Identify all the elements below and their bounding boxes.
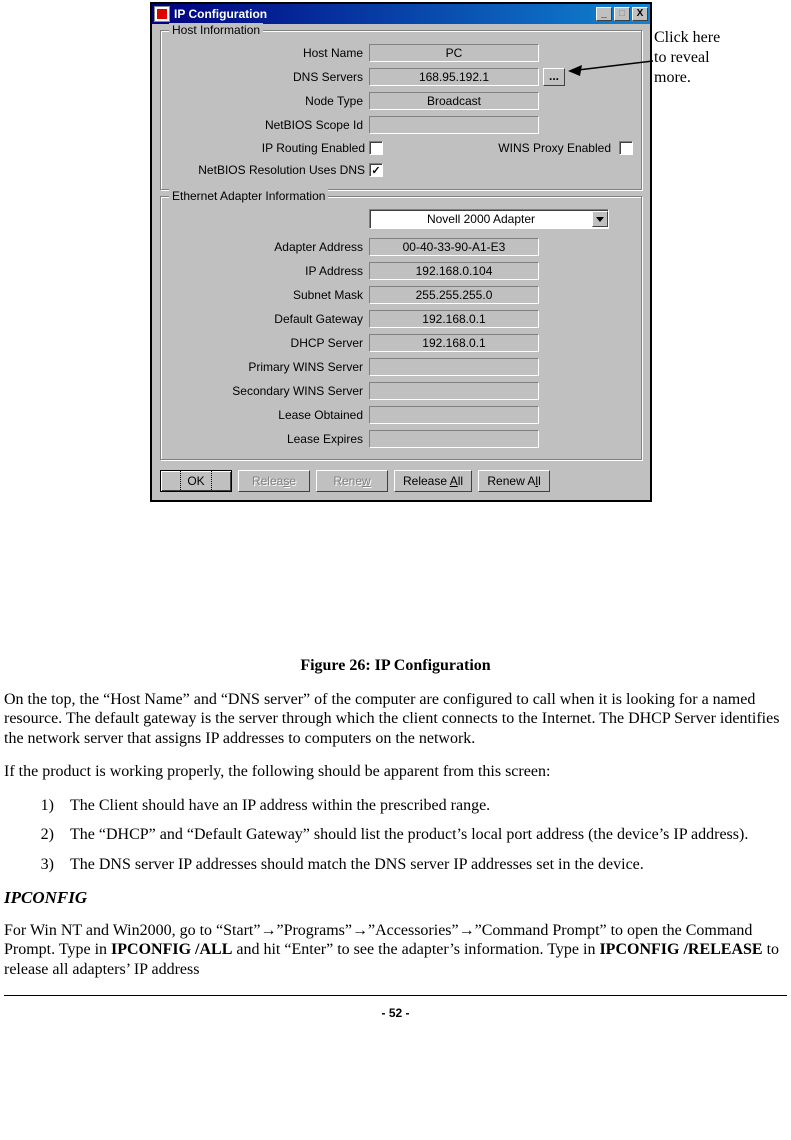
adapter-select-value: Novell 2000 Adapter: [370, 212, 592, 226]
maximize-button[interactable]: □: [614, 7, 630, 21]
adapter-info-legend: Ethernet Adapter Information: [169, 189, 328, 203]
lease-obtained-label: Lease Obtained: [169, 408, 369, 422]
dhcp-server-label: DHCP Server: [169, 336, 369, 350]
host-information-group: Host Information Host Name PC DNS Server…: [160, 30, 642, 190]
callout-line2: to reveal: [654, 48, 720, 68]
host-info-legend: Host Information: [169, 23, 263, 37]
primary-wins-field: [369, 358, 539, 376]
subnet-mask-label: Subnet Mask: [169, 288, 369, 302]
titlebar[interactable]: IP Configuration _ □ X: [152, 4, 650, 24]
adapter-select[interactable]: Novell 2000 Adapter: [369, 209, 609, 229]
ip-routing-checkbox[interactable]: [369, 141, 383, 155]
adapter-information-group: Ethernet Adapter Information Novell 2000…: [160, 196, 642, 460]
wins-proxy-label: WINS Proxy Enabled: [383, 141, 615, 155]
callout-text: Click here to reveal more.: [654, 28, 720, 88]
button-bar: OK Release Renew Release All Renew All: [160, 466, 642, 492]
wins-proxy-checkbox[interactable]: [619, 141, 633, 155]
minimize-button[interactable]: _: [596, 7, 612, 21]
adapter-address-label: Adapter Address: [169, 240, 369, 254]
netbios-scope-field: [369, 116, 539, 134]
ip-address-label: IP Address: [169, 264, 369, 278]
ipconfig-heading: IPCONFIG: [4, 888, 787, 909]
list-item: The DNS server IP addresses should match…: [66, 855, 787, 875]
netbios-dns-checkbox[interactable]: ✓: [369, 163, 383, 177]
lease-expires-field: [369, 430, 539, 448]
paragraph-2: If the product is working properly, the …: [4, 762, 787, 782]
node-type-label: Node Type: [169, 94, 369, 108]
app-icon: [154, 6, 170, 22]
screenshot-figure: IP Configuration _ □ X Host Information …: [0, 0, 791, 2]
ok-button[interactable]: OK: [160, 470, 232, 492]
host-name-field: PC: [369, 44, 539, 62]
renew-button[interactable]: Renew: [316, 470, 388, 492]
paragraph-3: For Win NT and Win2000, go to “Start”→”P…: [4, 921, 787, 980]
list-item: The “DHCP” and “Default Gateway” should …: [66, 825, 787, 845]
dns-more-button[interactable]: ...: [543, 68, 565, 86]
lease-expires-label: Lease Expires: [169, 432, 369, 446]
release-button[interactable]: Release: [238, 470, 310, 492]
default-gateway-field: 192.168.0.1: [369, 310, 539, 328]
callout-line1: Click here: [654, 28, 720, 48]
secondary-wins-label: Secondary WINS Server: [169, 384, 369, 398]
close-button[interactable]: X: [632, 7, 648, 21]
ip-routing-label: IP Routing Enabled: [169, 141, 369, 155]
dns-servers-label: DNS Servers: [169, 70, 369, 84]
netbios-scope-label: NetBIOS Scope Id: [169, 118, 369, 132]
node-type-field: Broadcast: [369, 92, 539, 110]
dhcp-server-field: 192.168.0.1: [369, 334, 539, 352]
default-gateway-label: Default Gateway: [169, 312, 369, 326]
callout-line3: more.: [654, 68, 720, 88]
dns-servers-field: 168.95.192.1: [369, 68, 539, 86]
ip-config-window: IP Configuration _ □ X Host Information …: [150, 2, 652, 502]
window-title: IP Configuration: [174, 7, 267, 21]
primary-wins-label: Primary WINS Server: [169, 360, 369, 374]
divider: [4, 995, 787, 996]
ip-address-field: 192.168.0.104: [369, 262, 539, 280]
release-all-button[interactable]: Release All: [394, 470, 472, 492]
lease-obtained-field: [369, 406, 539, 424]
list-item: The Client should have an IP address wit…: [66, 796, 787, 816]
secondary-wins-field: [369, 382, 539, 400]
figure-caption: Figure 26: IP Configuration: [4, 656, 787, 676]
renew-all-button[interactable]: Renew All: [478, 470, 550, 492]
numbered-list: The Client should have an IP address wit…: [4, 796, 787, 875]
netbios-dns-label: NetBIOS Resolution Uses DNS: [169, 163, 369, 177]
host-name-label: Host Name: [169, 46, 369, 60]
page-number: - 52 -: [4, 1006, 787, 1031]
adapter-address-field: 00-40-33-90-A1-E3: [369, 238, 539, 256]
subnet-mask-field: 255.255.255.0: [369, 286, 539, 304]
chevron-down-icon[interactable]: [592, 211, 608, 227]
paragraph-1: On the top, the “Host Name” and “DNS ser…: [4, 690, 787, 749]
